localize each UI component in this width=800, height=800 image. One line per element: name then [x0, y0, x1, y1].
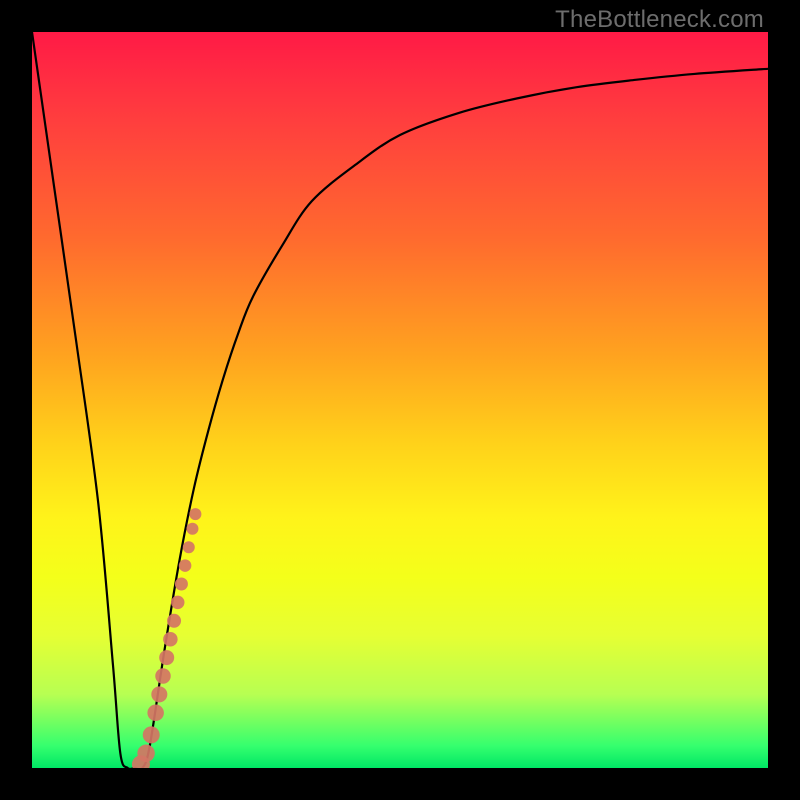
sample-dot	[151, 686, 167, 702]
bottleneck-curve	[32, 32, 768, 768]
chart-svg	[32, 32, 768, 768]
sample-dot	[137, 745, 155, 763]
sample-dot	[183, 541, 195, 553]
sample-dot	[155, 668, 171, 684]
sample-dot	[143, 726, 160, 743]
sample-dot	[171, 596, 185, 610]
sample-dot	[167, 614, 181, 628]
sample-dot	[159, 650, 174, 665]
sample-dots	[132, 508, 201, 768]
sample-dot	[163, 632, 178, 647]
sample-dot	[189, 508, 201, 520]
plot-area	[32, 32, 768, 768]
sample-dot	[175, 578, 188, 591]
sample-dot	[186, 523, 198, 535]
sample-dot	[179, 559, 192, 572]
chart-frame: TheBottleneck.com	[0, 0, 800, 800]
attribution-label: TheBottleneck.com	[555, 6, 764, 34]
sample-dot	[147, 705, 164, 722]
